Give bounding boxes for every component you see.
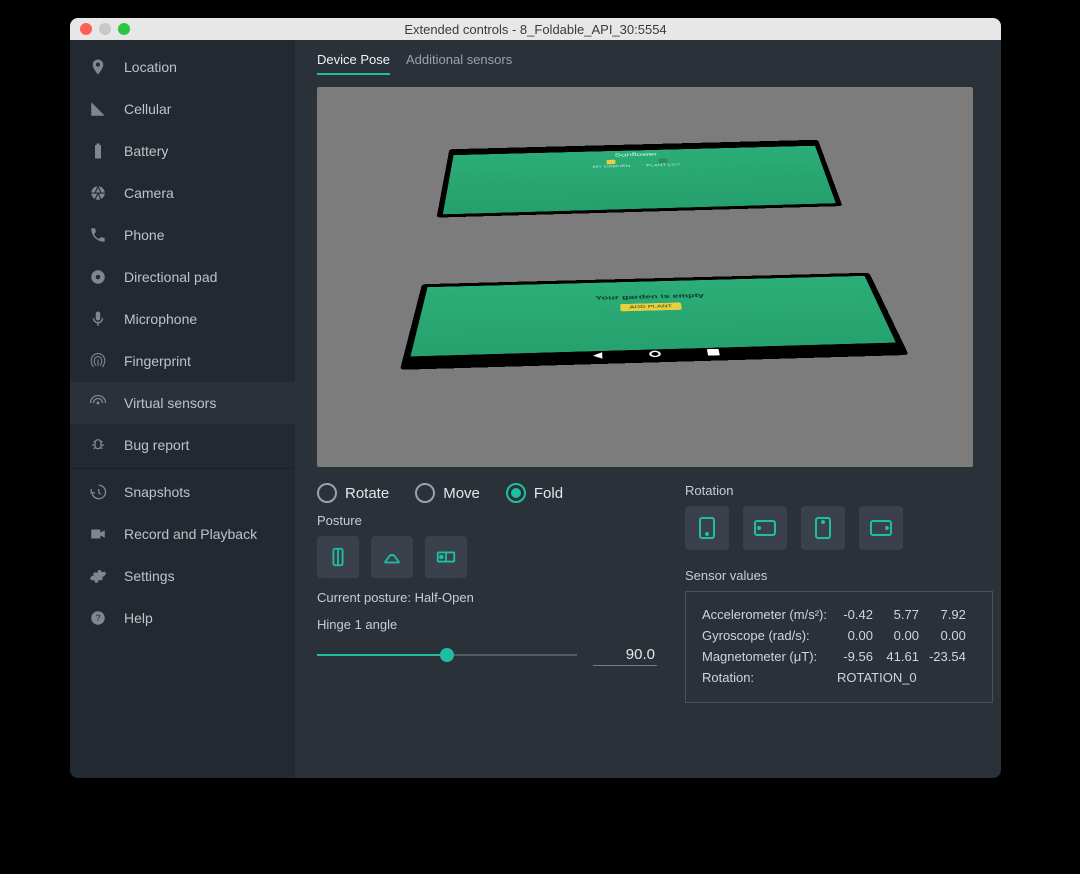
sidebar-item-label: Record and Playback (124, 526, 257, 542)
sidebar-item-label: Help (124, 610, 153, 626)
window-title: Extended controls - 8_Foldable_API_30:55… (70, 22, 1001, 37)
nav-back-icon (593, 352, 603, 359)
sensor-icon (88, 393, 108, 413)
main-panel: Device Pose Additional sensors Sunflower… (295, 40, 1001, 778)
sidebar-item-label: Virtual sensors (124, 395, 216, 411)
current-posture-value: Half-Open (415, 590, 474, 605)
tabs: Device Pose Additional sensors (317, 52, 973, 75)
posture-label: Posture (317, 513, 657, 528)
sidebar-item-record-playback[interactable]: Record and Playback (70, 513, 295, 555)
sidebar-item-location[interactable]: Location (70, 46, 295, 88)
hinge-angle-label: Hinge 1 angle (317, 617, 657, 632)
device-add-plant-button: ADD PLANT (621, 303, 682, 312)
video-icon (88, 524, 108, 544)
sidebar-item-label: Bug report (124, 437, 189, 453)
sidebar-item-label: Microphone (124, 311, 197, 327)
tab-device-pose[interactable]: Device Pose (317, 52, 390, 75)
history-icon (88, 482, 108, 502)
rotation-270-button[interactable] (859, 506, 903, 550)
sidebar-item-phone[interactable]: Phone (70, 214, 295, 256)
sidebar-item-battery[interactable]: Battery (70, 130, 295, 172)
extended-controls-window: Extended controls - 8_Foldable_API_30:55… (70, 18, 1001, 778)
sidebar-item-label: Snapshots (124, 484, 190, 500)
signal-icon (88, 99, 108, 119)
fingerprint-icon (88, 351, 108, 371)
posture-flat-button[interactable] (425, 536, 467, 578)
battery-icon (88, 141, 108, 161)
sidebar-item-fingerprint[interactable]: Fingerprint (70, 340, 295, 382)
location-pin-icon (88, 57, 108, 77)
nav-home-icon (649, 351, 661, 358)
sidebar-item-label: Cellular (124, 101, 171, 117)
sidebar-item-label: Phone (124, 227, 164, 243)
posture-halfopen-button[interactable] (371, 536, 413, 578)
sidebar-item-bug-report[interactable]: Bug report (70, 424, 295, 466)
hinge-angle-input[interactable]: 90.0 (593, 644, 657, 666)
sidebar-item-label: Fingerprint (124, 353, 191, 369)
sidebar-item-label: Battery (124, 143, 168, 159)
mic-icon (88, 309, 108, 329)
device-preview[interactable]: Sunflower MY GARDEN PLANT LIST Your gard… (317, 87, 973, 467)
mode-fold-radio[interactable]: Fold (506, 483, 563, 503)
sidebar-item-label: Directional pad (124, 269, 217, 285)
sidebar: Location Cellular Battery Camera Phone D… (70, 40, 295, 778)
sensor-values-box: Accelerometer (m/s²):-0.425.777.92 Gyros… (685, 591, 993, 703)
sidebar-item-label: Location (124, 59, 177, 75)
bug-icon (88, 435, 108, 455)
mode-rotate-radio[interactable]: Rotate (317, 483, 389, 503)
nav-recents-icon (707, 349, 720, 356)
hinge-angle-slider[interactable] (317, 654, 577, 656)
aperture-icon (88, 183, 108, 203)
sidebar-item-label: Settings (124, 568, 175, 584)
sidebar-item-dpad[interactable]: Directional pad (70, 256, 295, 298)
sidebar-item-snapshots[interactable]: Snapshots (70, 471, 295, 513)
rotation-label: Rotation (685, 483, 993, 498)
tab-additional-sensors[interactable]: Additional sensors (406, 52, 512, 75)
help-icon: ? (88, 608, 108, 628)
dpad-icon (88, 267, 108, 287)
sidebar-item-camera[interactable]: Camera (70, 172, 295, 214)
sidebar-item-settings[interactable]: Settings (70, 555, 295, 597)
gear-icon (88, 566, 108, 586)
rotation-90-button[interactable] (743, 506, 787, 550)
sidebar-item-virtual-sensors[interactable]: Virtual sensors (70, 382, 295, 424)
mode-move-radio[interactable]: Move (415, 483, 480, 503)
svg-text:?: ? (95, 613, 100, 623)
posture-closed-button[interactable] (317, 536, 359, 578)
rotation-180-button[interactable] (801, 506, 845, 550)
phone-icon (88, 225, 108, 245)
sidebar-item-microphone[interactable]: Microphone (70, 298, 295, 340)
rotation-0-button[interactable] (685, 506, 729, 550)
sidebar-item-help[interactable]: ? Help (70, 597, 295, 639)
titlebar: Extended controls - 8_Foldable_API_30:55… (70, 18, 1001, 40)
sidebar-item-cellular[interactable]: Cellular (70, 88, 295, 130)
sidebar-item-label: Camera (124, 185, 174, 201)
sensor-values-label: Sensor values (685, 568, 993, 583)
